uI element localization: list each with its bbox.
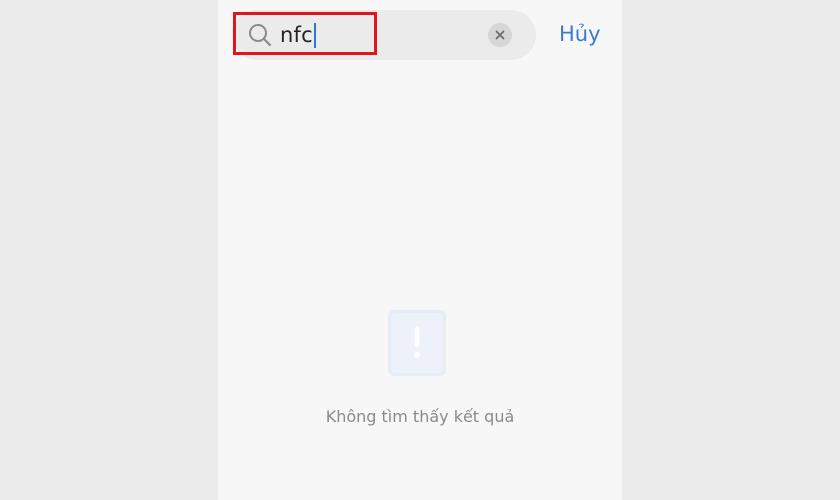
highlight-box: [233, 12, 377, 55]
empty-state-message: Không tìm thấy kết quả: [325, 407, 515, 426]
clear-search-button[interactable]: [488, 23, 512, 47]
page: nfc Hủy Không tìm thấy kết quả: [0, 0, 840, 500]
phone-screen: nfc Hủy Không tìm thấy kết quả: [218, 0, 622, 500]
cancel-button[interactable]: Hủy: [559, 22, 601, 46]
exclamation-icon: [388, 310, 446, 376]
close-icon: [495, 30, 505, 40]
